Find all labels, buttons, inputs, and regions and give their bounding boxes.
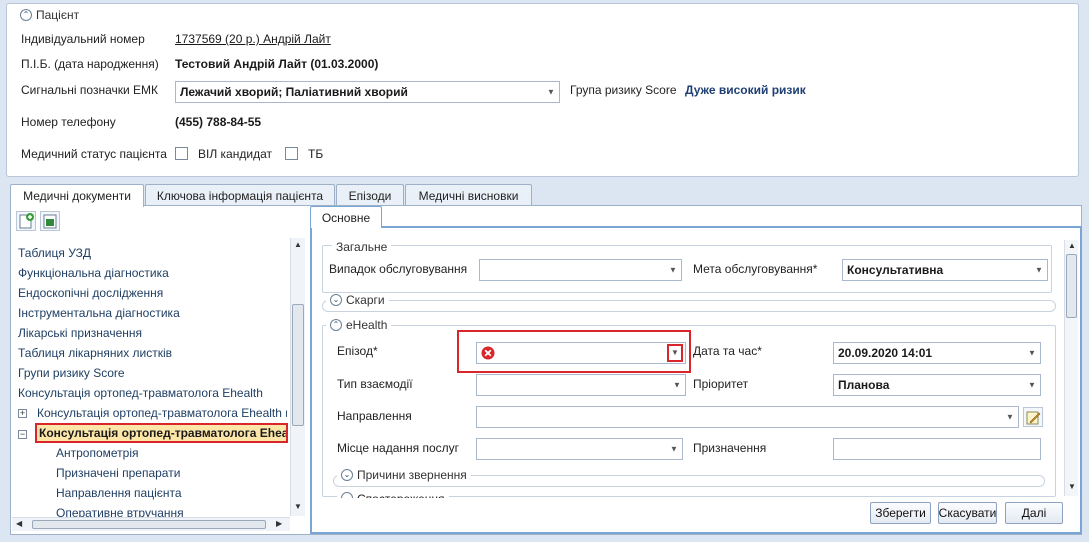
tree-item[interactable]: Групи ризику Score: [18, 366, 125, 380]
place-combo[interactable]: ▼: [476, 438, 683, 460]
tree-item[interactable]: Консультація ортопед-травматолога Ehealt…: [18, 386, 263, 400]
tree-item[interactable]: Функціональна діагностика: [18, 266, 169, 280]
scroll-up-icon[interactable]: ▲: [1068, 241, 1076, 250]
episode-combo[interactable]: ▼: [476, 342, 686, 364]
name-value: Тестовий Андрій Лайт (01.03.2000): [175, 57, 379, 71]
tree-child[interactable]: Призначені препарати: [56, 466, 180, 480]
dropdown-arrow-icon[interactable]: ▼: [545, 88, 557, 97]
edit-note-icon: [1026, 411, 1041, 425]
dropdown-arrow-icon[interactable]: ▼: [671, 381, 683, 390]
tree-item[interactable]: Лікарські призначення: [18, 326, 142, 340]
purpose-label: Мета обслуговування*: [693, 262, 818, 276]
tree-item-selected[interactable]: Консультація ортопед-травматолога Eheal: [35, 423, 288, 443]
collapse-section-icon[interactable]: ⌃: [330, 319, 342, 331]
datetime-combo[interactable]: 20.09.2020 14:01 ▼: [833, 342, 1041, 364]
case-combo[interactable]: ▼: [479, 259, 682, 281]
error-icon: [481, 346, 495, 360]
dropdown-arrow-icon[interactable]: ▼: [1026, 349, 1038, 358]
expand-section-icon[interactable]: ⌄: [341, 469, 353, 481]
vil-label: ВІЛ кандидат: [198, 147, 272, 161]
id-label: Індивідуальний номер: [21, 32, 145, 46]
priority-combo[interactable]: Планова ▼: [833, 374, 1041, 396]
collapse-tree-icon[interactable]: −: [18, 430, 27, 439]
edit-referral-button[interactable]: [1023, 407, 1043, 427]
tab-conclusions[interactable]: Медичні висновки: [405, 184, 532, 206]
dropdown-arrow-icon[interactable]: ▼: [667, 266, 679, 275]
tab-medical-docs[interactable]: Медичні документи: [10, 184, 144, 207]
tree-item[interactable]: Ендоскопічні дослідження: [18, 286, 163, 300]
case-label: Випадок обслуговування: [329, 262, 468, 276]
referral-label: Направлення: [337, 409, 412, 423]
scroll-thumb[interactable]: [292, 304, 304, 426]
form-scroll-thumb[interactable]: [1066, 254, 1077, 318]
hscroll-thumb[interactable]: [32, 520, 266, 529]
episode-label: Епізод*: [337, 344, 378, 358]
form-vertical-scrollbar[interactable]: ▲ ▼: [1064, 240, 1078, 496]
tree-horizontal-scrollbar[interactable]: ◀ ▶: [12, 517, 290, 531]
dropdown-arrow-icon[interactable]: ▼: [1004, 413, 1016, 422]
observations-legend[interactable]: ⌄ Спостереження: [337, 492, 449, 498]
patient-legend[interactable]: ⌃ Пацієнт: [16, 8, 84, 22]
emk-combo[interactable]: Лежачий хворий; Паліативний хворий ▼: [175, 81, 560, 103]
expand-icon[interactable]: +: [18, 409, 27, 418]
interaction-label: Тип взаємодії: [337, 377, 413, 391]
tree-item-expandable[interactable]: Консультація ортопед-травматолога Ehealt…: [37, 406, 287, 420]
excel-document-icon: [43, 214, 57, 229]
dropdown-arrow-icon[interactable]: ▼: [668, 445, 680, 454]
phone-label: Номер телефону: [21, 115, 116, 129]
ehealth-legend[interactable]: ⌃ eHealth: [326, 318, 392, 332]
complaints-legend[interactable]: ⌄ Скарги: [326, 293, 389, 307]
add-document-icon: [19, 213, 34, 229]
next-button[interactable]: Далі: [1005, 502, 1063, 524]
tb-label: ТБ: [308, 147, 324, 161]
emk-label: Сигнальні позначки ЕМК: [21, 83, 159, 97]
complaints-group: [322, 300, 1056, 312]
collapse-icon[interactable]: ⌃: [20, 9, 32, 21]
expand-section-icon[interactable]: ⌄: [341, 492, 353, 498]
risk-label: Група ризику Score: [570, 83, 677, 97]
reasons-legend[interactable]: ⌄ Причини звернення: [337, 468, 471, 482]
risk-value: Дуже високий ризик: [685, 83, 806, 97]
tree-vertical-scrollbar[interactable]: ▲ ▼: [290, 238, 305, 516]
interaction-combo[interactable]: ▼: [476, 374, 686, 396]
scroll-left-icon[interactable]: ◀: [16, 519, 22, 528]
tree-child[interactable]: Направлення пацієнта: [56, 486, 182, 500]
general-legend: Загальне: [332, 240, 392, 254]
name-label: П.І.Б. (дата народження): [21, 57, 159, 71]
save-button[interactable]: Зберегти: [870, 502, 931, 524]
phone-value: (455) 788-84-55: [175, 115, 262, 129]
export-document-button[interactable]: [40, 211, 60, 231]
scroll-right-icon[interactable]: ▶: [276, 519, 282, 528]
expand-section-icon[interactable]: ⌄: [330, 294, 342, 306]
id-link[interactable]: 1737569 (20 р.) Андрій Лайт: [175, 32, 331, 46]
dropdown-arrow-icon[interactable]: ▼: [1033, 266, 1045, 275]
assignments-label: Призначення: [693, 441, 767, 455]
tree-child[interactable]: Антропометрія: [56, 446, 139, 460]
place-label: Місце надання послуг: [337, 441, 460, 455]
status-label: Медичний статус пацієнта: [21, 147, 167, 161]
tab-episodes[interactable]: Епізоди: [336, 184, 404, 206]
dropdown-arrow-icon[interactable]: ▼: [1026, 381, 1038, 390]
cancel-button[interactable]: Скасувати: [938, 502, 997, 524]
tree-item[interactable]: Таблиця лікарняних листків: [18, 346, 172, 360]
add-document-button[interactable]: [16, 211, 36, 231]
scroll-down-icon[interactable]: ▼: [294, 502, 302, 511]
scroll-down-icon[interactable]: ▼: [1068, 482, 1076, 491]
scroll-up-icon[interactable]: ▲: [294, 240, 302, 249]
dropdown-arrow-icon[interactable]: ▼: [667, 344, 683, 362]
referral-combo[interactable]: ▼: [476, 406, 1019, 428]
tab-key-info[interactable]: Ключова інформація пацієнта: [145, 184, 335, 206]
priority-label: Пріоритет: [693, 377, 749, 391]
purpose-combo[interactable]: Консультативна ▼: [842, 259, 1048, 281]
tb-checkbox[interactable]: [285, 147, 298, 160]
datetime-label: Дата та час*: [693, 344, 762, 358]
vil-checkbox[interactable]: [175, 147, 188, 160]
tree-item[interactable]: Інструментальна діагностика: [18, 306, 180, 320]
tree-item[interactable]: Таблиця УЗД: [18, 246, 91, 260]
tab-main[interactable]: Основне: [310, 206, 382, 228]
assignments-input[interactable]: [833, 438, 1041, 460]
